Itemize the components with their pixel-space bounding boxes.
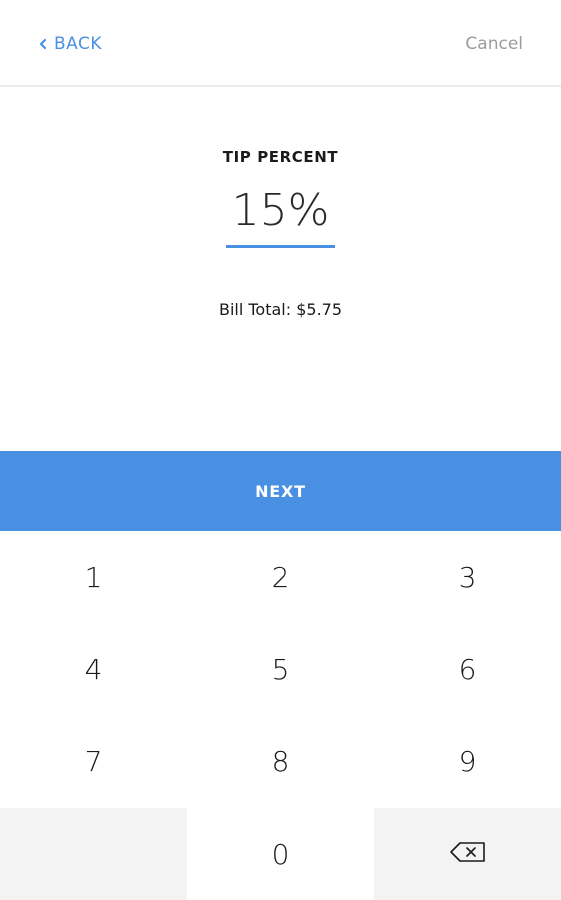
back-button[interactable]: BACK (38, 31, 102, 57)
key-blank (0, 808, 187, 900)
top-bar: BACK Cancel (0, 0, 561, 87)
tip-screen: BACK Cancel TIP PERCENT 15% Bill Total: … (0, 0, 561, 900)
key-3[interactable]: 3 (374, 531, 561, 623)
numeric-keypad: 1 2 3 4 5 6 7 8 9 0 (0, 531, 561, 900)
key-4[interactable]: 4 (0, 623, 187, 715)
delete-key[interactable] (374, 808, 561, 900)
key-7[interactable]: 7 (0, 715, 187, 807)
backspace-icon (448, 838, 488, 871)
key-1[interactable]: 1 (0, 531, 187, 623)
tip-input-underline (226, 245, 335, 248)
back-button-label: BACK (54, 34, 103, 54)
bill-total: Bill Total: $5.75 (218, 300, 343, 319)
key-9[interactable]: 9 (374, 715, 561, 807)
key-5[interactable]: 5 (187, 623, 374, 715)
next-button[interactable]: NEXT (0, 451, 561, 531)
chevron-left-icon (38, 37, 48, 51)
key-6[interactable]: 6 (374, 623, 561, 715)
tip-percent-value[interactable]: 15% (0, 183, 561, 239)
key-8[interactable]: 8 (187, 715, 374, 807)
key-2[interactable]: 2 (187, 531, 374, 623)
cancel-button[interactable]: Cancel (465, 31, 523, 57)
key-0[interactable]: 0 (187, 808, 374, 900)
tip-percent-title: TIP PERCENT (222, 148, 339, 166)
